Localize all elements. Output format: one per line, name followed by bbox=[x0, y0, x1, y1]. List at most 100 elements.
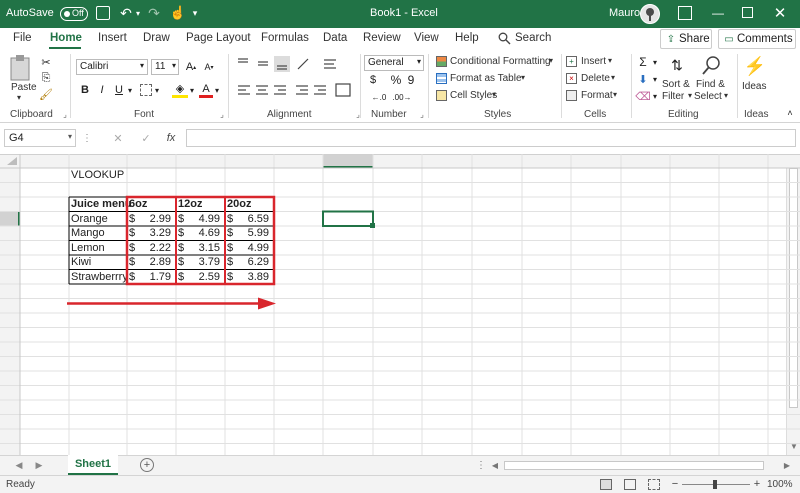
tab-file[interactable]: File bbox=[13, 32, 32, 44]
minimize-icon[interactable]: — bbox=[710, 6, 726, 20]
scroll-right-icon[interactable]: ▶ bbox=[782, 459, 792, 472]
tab-formulas[interactable]: Formulas bbox=[261, 32, 309, 44]
autosave-toggle[interactable]: Off bbox=[60, 7, 88, 21]
tab-data[interactable]: Data bbox=[323, 32, 347, 44]
selected-cell-g4[interactable] bbox=[322, 210, 374, 227]
format-cells-button[interactable]: Format ▾ bbox=[566, 89, 626, 103]
paste-button[interactable]: Paste ▾ bbox=[8, 54, 37, 106]
sort-filter-button[interactable]: ⇅ Sort & Filter ▾ bbox=[660, 54, 694, 104]
find-select-button[interactable]: Find & Select ▾ bbox=[694, 54, 732, 104]
tab-insert[interactable]: Insert bbox=[98, 32, 127, 44]
customize-toolbar-icon[interactable]: ▾ bbox=[190, 6, 200, 20]
scroll-sheet-right-icon[interactable]: ▶ bbox=[34, 459, 44, 471]
increase-font-icon[interactable]: A ▴ bbox=[184, 60, 198, 74]
fill-color-dropdown-icon[interactable]: ▾ bbox=[188, 84, 196, 96]
close-icon[interactable]: ✕ bbox=[772, 4, 788, 22]
italic-icon[interactable]: I bbox=[96, 83, 108, 97]
avatar[interactable] bbox=[640, 4, 660, 24]
tab-view[interactable]: View bbox=[414, 32, 439, 44]
tab-help[interactable]: Help bbox=[455, 32, 479, 44]
normal-view-icon[interactable] bbox=[600, 479, 612, 490]
name-box[interactable]: G4 ▾ bbox=[4, 129, 76, 147]
format-painter-icon[interactable]: 🖌 bbox=[39, 88, 53, 101]
borders-icon[interactable] bbox=[140, 84, 152, 96]
horizontal-scroll-thumb[interactable] bbox=[504, 461, 764, 470]
undo-icon[interactable]: ↶ bbox=[118, 4, 134, 22]
maximize-icon[interactable] bbox=[742, 7, 753, 18]
font-color-dropdown-icon[interactable]: ▾ bbox=[213, 84, 221, 96]
zoom-out-icon[interactable]: − bbox=[670, 478, 680, 490]
autosum-icon[interactable]: Σ bbox=[636, 55, 650, 69]
font-size-select[interactable]: 11 ▾ bbox=[151, 59, 179, 75]
alignment-buttons[interactable] bbox=[234, 56, 364, 102]
search-icon[interactable] bbox=[497, 31, 511, 45]
fill-color-icon[interactable]: ◈ bbox=[172, 82, 188, 98]
touch-mode-icon[interactable]: ☝ bbox=[170, 4, 186, 22]
undo-dropdown-icon[interactable]: ▾ bbox=[134, 6, 142, 20]
accounting-format-icon[interactable]: $ bbox=[366, 73, 380, 87]
tab-page-layout[interactable]: Page Layout bbox=[186, 32, 251, 44]
fill-handle[interactable] bbox=[370, 223, 375, 228]
clipboard-launcher-icon[interactable]: ⌟ bbox=[61, 110, 69, 119]
share-button[interactable]: ⇪ Share bbox=[660, 29, 712, 49]
tab-home[interactable]: Home bbox=[50, 32, 82, 44]
zoom-level[interactable]: 100% bbox=[767, 479, 793, 490]
chevron-down-icon: ▾ bbox=[521, 73, 526, 82]
clear-dropdown-icon[interactable]: ▾ bbox=[651, 90, 659, 102]
fill-icon[interactable]: ⬇ bbox=[636, 72, 650, 86]
number-launcher-icon[interactable]: ⌟ bbox=[418, 110, 426, 119]
decrease-font-icon[interactable]: A ▾ bbox=[202, 60, 216, 74]
cancel-icon[interactable]: ✕ bbox=[112, 131, 124, 145]
insert-cells-icon: + bbox=[566, 56, 577, 67]
bold-icon[interactable]: B bbox=[79, 83, 91, 97]
decrease-decimal-icon[interactable]: .00→ bbox=[392, 91, 411, 103]
underline-dropdown-icon[interactable]: ▾ bbox=[126, 84, 134, 96]
enter-icon[interactable]: ✓ bbox=[140, 131, 152, 145]
ribbon-tabs: File Home Insert Draw Page Layout Formul… bbox=[0, 28, 800, 50]
tab-review[interactable]: Review bbox=[363, 32, 401, 44]
delete-cells-icon: × bbox=[566, 73, 577, 84]
page-break-view-icon[interactable] bbox=[648, 479, 660, 490]
save-icon[interactable] bbox=[96, 6, 110, 20]
insert-cells-button[interactable]: + Insert ▾ bbox=[566, 55, 626, 69]
borders-dropdown-icon[interactable]: ▾ bbox=[153, 84, 161, 96]
sheet-tab-sheet1[interactable]: Sheet1 bbox=[68, 455, 118, 475]
page-layout-view-icon[interactable] bbox=[624, 479, 636, 490]
scroll-left-icon[interactable]: ◀ bbox=[490, 459, 500, 472]
underline-icon[interactable]: U bbox=[113, 83, 125, 97]
zoom-slider[interactable] bbox=[682, 480, 750, 489]
ribbon-display-icon[interactable] bbox=[678, 6, 692, 20]
cell-styles-button[interactable]: Cell Styles ▾ bbox=[436, 89, 516, 103]
ideas-button[interactable]: ⚡ Ideas bbox=[740, 54, 770, 94]
increase-decimal-icon[interactable]: ←.0 bbox=[370, 91, 388, 103]
insert-function-icon[interactable]: fx bbox=[164, 131, 178, 145]
number-format-select[interactable]: General ▾ bbox=[364, 55, 424, 71]
horizontal-scrollbar[interactable]: ◀ ▶ bbox=[490, 459, 794, 472]
formula-input[interactable] bbox=[186, 129, 796, 147]
add-sheet-icon[interactable]: + bbox=[140, 458, 154, 472]
more-options-icon[interactable]: ⋮ bbox=[82, 131, 92, 145]
font-name-select[interactable]: Calibri ▾ bbox=[76, 59, 148, 75]
tab-draw[interactable]: Draw bbox=[143, 32, 170, 44]
font-launcher-icon[interactable]: ⌟ bbox=[218, 110, 226, 119]
redo-icon[interactable]: ↷ bbox=[146, 4, 162, 22]
conditional-formatting-button[interactable]: Conditional Formatting ▾ bbox=[436, 55, 556, 69]
cut-icon[interactable]: ✂ bbox=[40, 56, 52, 69]
chevron-down-icon: ▾ bbox=[611, 73, 616, 82]
font-color-icon[interactable]: A bbox=[199, 82, 213, 98]
fill-dropdown-icon[interactable]: ▾ bbox=[651, 73, 659, 85]
zoom-in-icon[interactable]: + bbox=[752, 478, 762, 490]
copy-icon[interactable]: ⎘ bbox=[40, 72, 52, 84]
format-as-table-button[interactable]: Format as Table ▾ bbox=[436, 72, 536, 86]
delete-cells-button[interactable]: × Delete ▾ bbox=[566, 72, 626, 86]
tab-split-icon[interactable]: ⋮ bbox=[476, 459, 486, 471]
zoom-slider-thumb[interactable] bbox=[713, 480, 717, 489]
percent-icon[interactable]: % bbox=[389, 73, 403, 87]
autosum-dropdown-icon[interactable]: ▾ bbox=[651, 56, 659, 68]
collapse-ribbon-icon[interactable]: ˄ bbox=[784, 108, 796, 118]
comments-button[interactable]: ▭ Comments bbox=[718, 29, 796, 49]
clear-icon[interactable]: ⌫ bbox=[635, 89, 651, 103]
comma-style-icon[interactable]: 9 bbox=[406, 73, 416, 87]
scroll-sheet-left-icon[interactable]: ◀ bbox=[14, 459, 24, 471]
search-box[interactable]: Search bbox=[515, 32, 551, 44]
